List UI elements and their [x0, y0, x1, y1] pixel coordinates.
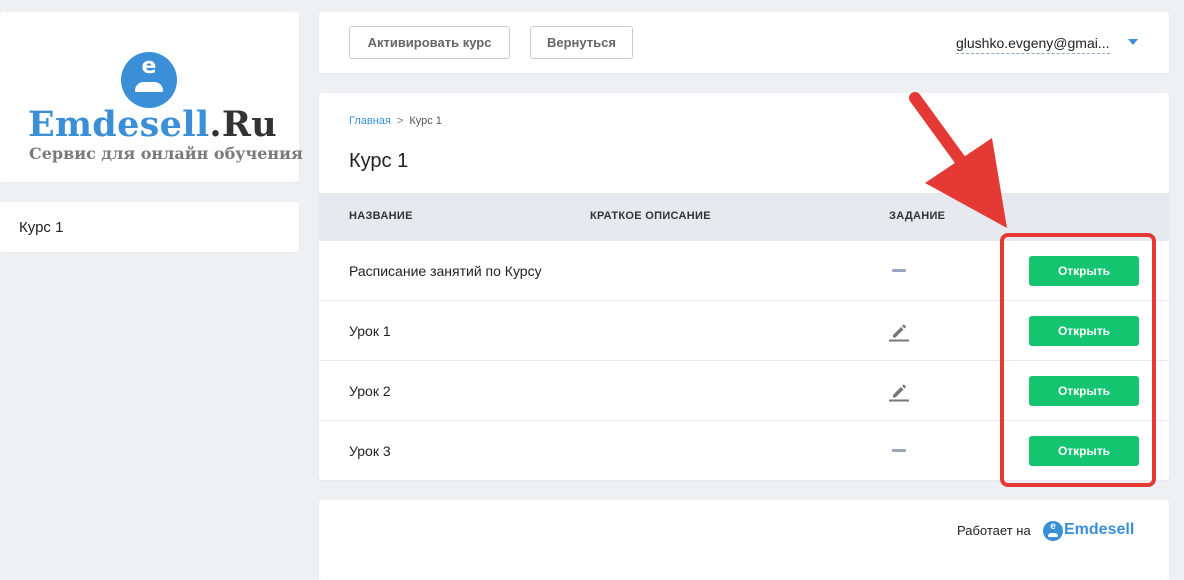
pencil-icon[interactable]: [888, 320, 910, 342]
lesson-name: Урок 3: [349, 443, 391, 459]
breadcrumb-separator: >: [396, 115, 404, 127]
lesson-name: Урок 1: [349, 323, 391, 339]
sidebar-nav: Курс 1: [0, 202, 299, 252]
breadcrumb: Главная > Курс 1: [349, 115, 442, 127]
logo-letter: e: [141, 54, 157, 79]
breadcrumb-home-link[interactable]: Главная: [349, 115, 391, 127]
pencil-icon[interactable]: [888, 380, 910, 402]
activate-course-button[interactable]: Активировать курс: [349, 26, 510, 59]
chevron-down-icon[interactable]: [1128, 39, 1138, 45]
column-header-name: НАЗВАНИЕ: [349, 210, 413, 222]
column-header-description: КРАТКОЕ ОПИСАНИЕ: [590, 210, 711, 222]
user-menu-email[interactable]: glushko.evgeny@gmai...: [956, 35, 1110, 54]
annotation-arrow-icon: [909, 92, 1007, 228]
dash-icon: [892, 449, 906, 452]
dash-icon: [892, 269, 906, 272]
footer-brand-link[interactable]: Emdesell: [1064, 521, 1134, 539]
breadcrumb-current: Курс 1: [409, 115, 442, 127]
sidebar-item-course-1[interactable]: Курс 1: [19, 219, 63, 236]
logo-title: Emdesell.Ru: [28, 104, 277, 145]
page-title: Курс 1: [349, 150, 409, 172]
sidebar-logo-card: e Emdesell.Ru Сервис для онлайн обучения: [0, 12, 303, 182]
logo-subtitle: Сервис для онлайн обучения: [29, 144, 303, 163]
footer-logo-letter: e: [1050, 521, 1056, 532]
footer-card: Работает на e Emdesell: [319, 500, 1169, 580]
logo-title-main: Emdesell: [28, 104, 210, 145]
footer-logo-person-shape: [1048, 533, 1058, 537]
logo-person-shape: [135, 82, 163, 92]
lesson-name: Урок 2: [349, 383, 391, 399]
annotation-highlight-box: [1000, 233, 1156, 487]
powered-by-text: Работает на: [957, 523, 1031, 538]
lesson-name: Расписание занятий по Курсу: [349, 263, 542, 279]
top-header: Активировать курс Вернуться glushko.evge…: [319, 12, 1169, 73]
logo-title-suffix: .Ru: [209, 104, 278, 145]
emdesell-logo-icon[interactable]: e: [1043, 521, 1063, 541]
back-button[interactable]: Вернуться: [530, 26, 633, 59]
logo-icon: e: [121, 52, 177, 108]
